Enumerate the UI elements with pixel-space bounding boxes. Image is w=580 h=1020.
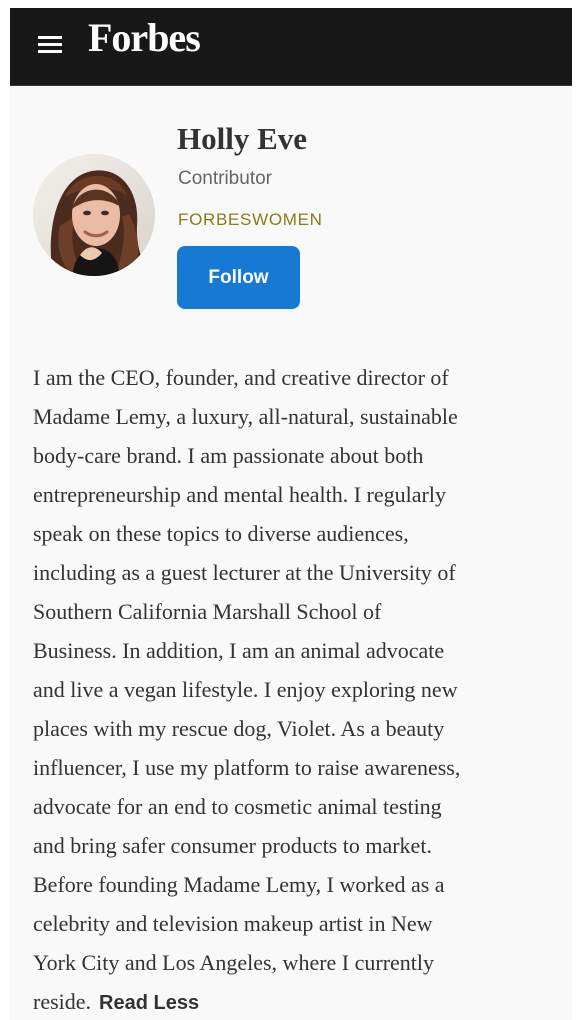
author-bio: I am the CEO, founder, and creative dire… [33, 358, 563, 1020]
bio-line: celebrity and television makeup artist i… [33, 911, 433, 936]
bio-line: body-care brand. I am passionate about b… [33, 443, 424, 468]
bio-line: reside. [33, 989, 92, 1014]
bio-line: including as a guest lecturer at the Uni… [33, 560, 456, 585]
bio-line: influencer, I use my platform to raise a… [33, 755, 461, 780]
bio-line: Before founding Madame Lemy, I worked as… [33, 872, 445, 897]
bio-line: Madame Lemy, a luxury, all-natural, sust… [33, 404, 458, 429]
author-profile-page: Forbes Holly Eve Contributor FORBESWOMEN… [10, 8, 572, 1020]
author-role: Contributor [178, 168, 272, 189]
author-name: Holly Eve [177, 121, 308, 156]
follow-button[interactable]: Follow [177, 246, 300, 309]
bio-line: I am the CEO, founder, and creative dire… [33, 365, 449, 390]
author-portrait-image [33, 154, 155, 276]
bio-line: York City and Los Angeles, where I curre… [33, 950, 435, 975]
forbes-logo[interactable]: Forbes [88, 18, 201, 58]
hamburger-line [38, 43, 62, 46]
hamburger-line [38, 36, 62, 39]
bio-line: Business. In addition, I am an animal ad… [33, 638, 445, 663]
channel-link[interactable]: FORBESWOMEN [178, 210, 323, 230]
author-avatar [33, 154, 155, 276]
bio-final-line: reside. Read Less [33, 982, 563, 1020]
top-navigation-bar: Forbes [10, 8, 572, 86]
bio-line: advocate for an end to cosmetic animal t… [33, 794, 442, 819]
read-less-button[interactable]: Read Less [99, 992, 199, 1014]
bio-line: entrepreneurship and mental health. I re… [33, 482, 446, 507]
bio-line: and bring safer consumer products to mar… [33, 833, 432, 858]
bio-line: Southern California Marshall School of [33, 599, 382, 624]
bio-line: speak on these topics to diverse audienc… [33, 521, 409, 546]
hamburger-line [38, 50, 62, 53]
bio-line: and live a vegan lifestyle. I enjoy expl… [33, 677, 458, 702]
hamburger-icon[interactable] [38, 34, 64, 54]
bio-line: places with my rescue dog, Violet. As a … [33, 716, 445, 741]
